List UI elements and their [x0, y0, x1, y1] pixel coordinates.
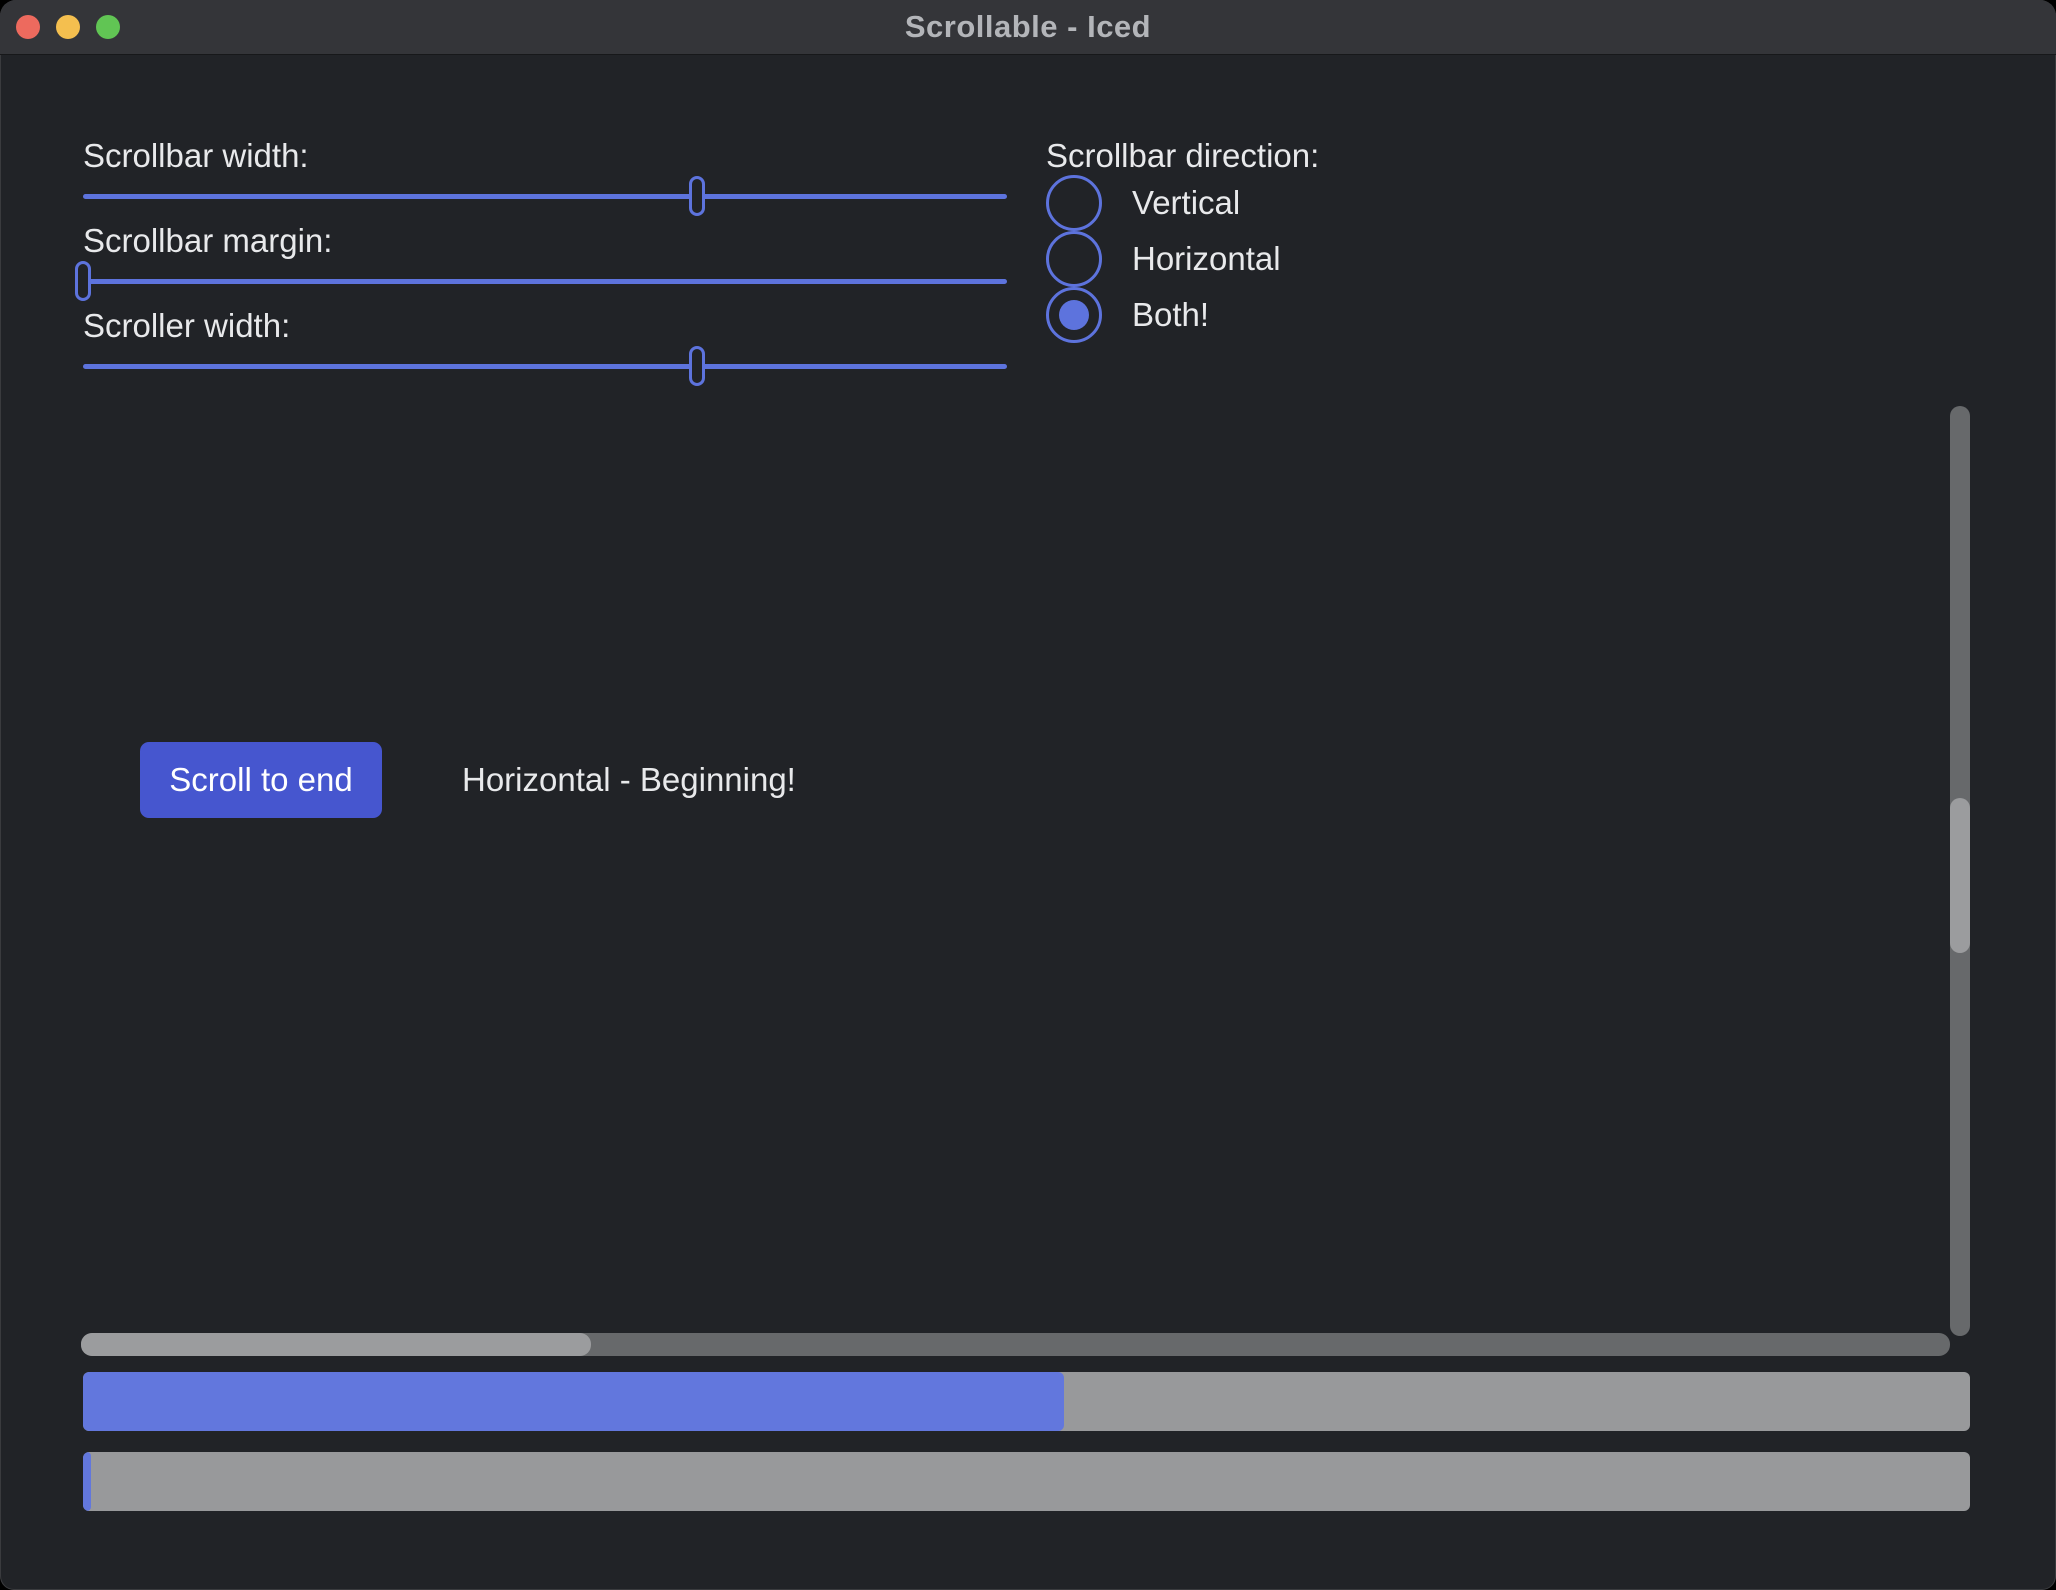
slider-track [83, 194, 1007, 199]
titlebar: Scrollable - Iced [0, 0, 2056, 55]
radio-circle-icon [1046, 231, 1102, 287]
vertical-scroll-progress-bar [83, 1452, 1970, 1511]
radio-option-label: Both! [1132, 296, 1209, 334]
horizontal-scrollbar-thumb[interactable] [81, 1333, 591, 1356]
slider-track [83, 364, 1007, 369]
close-window-button[interactable] [16, 15, 40, 39]
slider-handle[interactable] [689, 176, 705, 216]
zoom-window-button[interactable] [96, 15, 120, 39]
radio-option-both[interactable]: Both! [1046, 287, 1281, 343]
radio-option-horizontal[interactable]: Horizontal [1046, 231, 1281, 287]
scroller-width-slider[interactable] [83, 344, 1007, 388]
scrollbar-margin-label: Scrollbar margin: [83, 219, 332, 263]
vertical-scrollbar-thumb[interactable] [1950, 798, 1970, 952]
progress-fill [83, 1452, 91, 1511]
scrollbar-width-slider[interactable] [83, 174, 1007, 218]
scroll-status-text: Horizontal - Beginning! [462, 742, 796, 818]
radio-circle-icon [1046, 175, 1102, 231]
radio-option-label: Horizontal [1132, 240, 1281, 278]
radio-option-vertical[interactable]: Vertical [1046, 175, 1281, 231]
radio-selected-dot-icon [1059, 300, 1089, 330]
vertical-scrollbar-rail[interactable] [1950, 406, 1970, 1336]
horizontal-scrollbar-rail[interactable] [81, 1333, 1950, 1356]
scrollbar-margin-slider[interactable] [83, 259, 1007, 303]
slider-handle[interactable] [75, 261, 91, 301]
app-window: Scrollable - Iced Scrollbar width: Scrol… [0, 0, 2056, 1590]
minimize-window-button[interactable] [56, 15, 80, 39]
slider-track [83, 279, 1007, 284]
radio-option-label: Vertical [1132, 184, 1240, 222]
horizontal-scroll-progress-bar [83, 1372, 1970, 1431]
progress-fill [83, 1372, 1064, 1431]
scrollbar-width-label: Scrollbar width: [83, 134, 309, 178]
radio-circle-icon [1046, 287, 1102, 343]
scroll-to-end-button[interactable]: Scroll to end [140, 742, 382, 818]
scrollbar-direction-group: Vertical Horizontal Both! [1046, 175, 1281, 343]
scrollbar-direction-label: Scrollbar direction: [1046, 134, 1319, 178]
window-title: Scrollable - Iced [905, 9, 1151, 45]
slider-handle[interactable] [689, 346, 705, 386]
scroller-width-label: Scroller width: [83, 304, 290, 348]
